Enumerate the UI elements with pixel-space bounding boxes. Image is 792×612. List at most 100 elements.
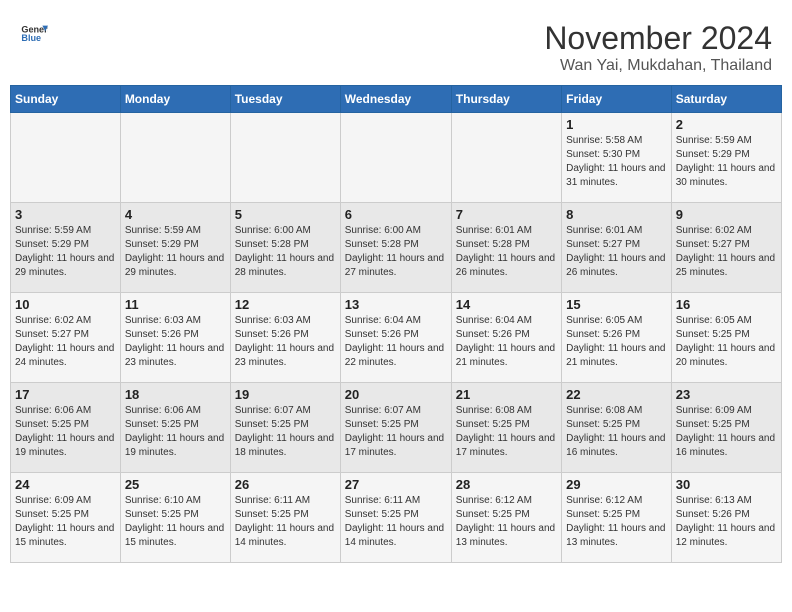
day-info: Sunrise: 6:03 AM Sunset: 5:26 PM Dayligh… [125,314,226,370]
calendar-cell [230,113,340,203]
day-info: Sunrise: 6:02 AM Sunset: 5:27 PM Dayligh… [676,224,777,280]
calendar-cell: 22 Sunrise: 6:08 AM Sunset: 5:25 PM Dayli… [562,383,672,473]
weekday-header: Tuesday [230,86,340,113]
weekday-header: Wednesday [340,86,451,113]
day-number: 26 [235,477,336,492]
calendar-cell: 29 Sunrise: 6:12 AM Sunset: 5:25 PM Dayli… [562,473,672,563]
day-number: 16 [676,297,777,312]
day-number: 10 [15,297,116,312]
logo: General Blue [20,20,48,48]
day-number: 19 [235,387,336,402]
calendar-cell: 23Sunrise: 6:09 AM Sunset: 5:25 PM Dayli… [671,383,781,473]
day-number: 20 [345,387,447,402]
calendar-cell: 14 Sunrise: 6:04 AM Sunset: 5:26 PM Dayli… [451,293,561,383]
day-number: 9 [676,207,777,222]
calendar-cell: 9 Sunrise: 6:02 AM Sunset: 5:27 PM Daylig… [671,203,781,293]
day-number: 18 [125,387,226,402]
day-info: Sunrise: 5:58 AM Sunset: 5:30 PM Dayligh… [566,134,667,190]
calendar-cell: 5 Sunrise: 6:00 AM Sunset: 5:28 PM Daylig… [230,203,340,293]
day-number: 30 [676,477,777,492]
day-number: 21 [456,387,557,402]
calendar-cell: 3 Sunrise: 5:59 AM Sunset: 5:29 PM Daylig… [11,203,121,293]
calendar-cell: 7Sunrise: 6:01 AM Sunset: 5:28 PM Daylig… [451,203,561,293]
day-info: Sunrise: 6:07 AM Sunset: 5:25 PM Dayligh… [345,404,447,460]
day-info: Sunrise: 5:59 AM Sunset: 5:29 PM Dayligh… [676,134,777,190]
day-number: 5 [235,207,336,222]
calendar-cell: 15 Sunrise: 6:05 AM Sunset: 5:26 PM Dayli… [562,293,672,383]
calendar-cell: 25 Sunrise: 6:10 AM Sunset: 5:25 PM Dayli… [120,473,230,563]
day-info: Sunrise: 5:59 AM Sunset: 5:29 PM Dayligh… [125,224,226,280]
calendar-cell: 26 Sunrise: 6:11 AM Sunset: 5:25 PM Dayli… [230,473,340,563]
day-number: 2 [676,117,777,132]
day-info: Sunrise: 6:04 AM Sunset: 5:26 PM Dayligh… [345,314,447,370]
calendar-cell: 11 Sunrise: 6:03 AM Sunset: 5:26 PM Dayli… [120,293,230,383]
day-number: 8 [566,207,667,222]
calendar-cell [120,113,230,203]
weekday-header: Thursday [451,86,561,113]
calendar-cell: 27Sunrise: 6:11 AM Sunset: 5:25 PM Dayli… [340,473,451,563]
day-number: 13 [345,297,447,312]
calendar-cell: 10 Sunrise: 6:02 AM Sunset: 5:27 PM Dayli… [11,293,121,383]
day-number: 11 [125,297,226,312]
calendar-cell: 17Sunrise: 6:06 AM Sunset: 5:25 PM Dayli… [11,383,121,473]
weekday-header: Monday [120,86,230,113]
calendar-cell: 16 Sunrise: 6:05 AM Sunset: 5:25 PM Dayli… [671,293,781,383]
day-info: Sunrise: 6:12 AM Sunset: 5:25 PM Dayligh… [566,494,667,550]
day-info: Sunrise: 6:00 AM Sunset: 5:28 PM Dayligh… [345,224,447,280]
calendar-cell [451,113,561,203]
calendar-cell: 24Sunrise: 6:09 AM Sunset: 5:25 PM Dayli… [11,473,121,563]
day-info: Sunrise: 6:11 AM Sunset: 5:25 PM Dayligh… [235,494,336,550]
calendar-cell: 2 Sunrise: 5:59 AM Sunset: 5:29 PM Daylig… [671,113,781,203]
day-number: 6 [345,207,447,222]
title-block: November 2024 Wan Yai, Mukdahan, Thailan… [544,20,772,75]
calendar-cell: 21 Sunrise: 6:08 AM Sunset: 5:25 PM Dayli… [451,383,561,473]
day-number: 3 [15,207,116,222]
calendar-cell: 6 Sunrise: 6:00 AM Sunset: 5:28 PM Daylig… [340,203,451,293]
day-info: Sunrise: 6:13 AM Sunset: 5:26 PM Dayligh… [676,494,777,550]
day-info: Sunrise: 6:01 AM Sunset: 5:27 PM Dayligh… [566,224,667,280]
calendar-cell: 1 Sunrise: 5:58 AM Sunset: 5:30 PM Daylig… [562,113,672,203]
day-info: Sunrise: 6:05 AM Sunset: 5:26 PM Dayligh… [566,314,667,370]
day-number: 1 [566,117,667,132]
day-info: Sunrise: 6:08 AM Sunset: 5:25 PM Dayligh… [566,404,667,460]
weekday-header: Friday [562,86,672,113]
day-number: 22 [566,387,667,402]
calendar-cell: 28Sunrise: 6:12 AM Sunset: 5:25 PM Dayli… [451,473,561,563]
calendar-cell: 4 Sunrise: 5:59 AM Sunset: 5:29 PM Daylig… [120,203,230,293]
day-number: 25 [125,477,226,492]
day-number: 27 [345,477,447,492]
day-info: Sunrise: 6:10 AM Sunset: 5:25 PM Dayligh… [125,494,226,550]
day-info: Sunrise: 6:07 AM Sunset: 5:25 PM Dayligh… [235,404,336,460]
calendar-cell: 13 Sunrise: 6:04 AM Sunset: 5:26 PM Dayli… [340,293,451,383]
day-info: Sunrise: 6:12 AM Sunset: 5:25 PM Dayligh… [456,494,557,550]
calendar-week-row: 17 Sunrise: 6:06 AM Sunset: 5:25 PM Dayli… [11,383,782,473]
calendar-cell: 20 Sunrise: 6:07 AM Sunset: 5:25 PM Dayli… [340,383,451,473]
day-number: 17 [15,387,116,402]
day-info: Sunrise: 6:00 AM Sunset: 5:28 PM Dayligh… [235,224,336,280]
day-number: 29 [566,477,667,492]
day-info: Sunrise: 6:05 AM Sunset: 5:25 PM Dayligh… [676,314,777,370]
day-info: Sunrise: 6:02 AM Sunset: 5:27 PM Dayligh… [15,314,116,370]
day-info: Sunrise: 5:59 AM Sunset: 5:29 PM Dayligh… [15,224,116,280]
calendar-cell: 18 Sunrise: 6:06 AM Sunset: 5:25 PM Dayli… [120,383,230,473]
day-number: 12 [235,297,336,312]
calendar-week-row: 3 Sunrise: 5:59 AM Sunset: 5:29 PM Daylig… [11,203,782,293]
day-number: 14 [456,297,557,312]
calendar-week-row: 1 Sunrise: 5:58 AM Sunset: 5:30 PM Daylig… [11,113,782,203]
calendar-header-row: SundayMondayTuesdayWednesdayThursdayFrid… [11,86,782,113]
day-info: Sunrise: 6:06 AM Sunset: 5:25 PM Dayligh… [125,404,226,460]
day-number: 4 [125,207,226,222]
calendar-table: SundayMondayTuesdayWednesdayThursdayFrid… [10,85,782,563]
calendar-cell: 12 Sunrise: 6:03 AM Sunset: 5:26 PM Dayli… [230,293,340,383]
day-info: Sunrise: 6:08 AM Sunset: 5:25 PM Dayligh… [456,404,557,460]
day-info: Sunrise: 6:03 AM Sunset: 5:26 PM Dayligh… [235,314,336,370]
calendar-cell: 19 Sunrise: 6:07 AM Sunset: 5:25 PM Dayli… [230,383,340,473]
logo-icon: General Blue [20,20,48,48]
calendar-cell: 8 Sunrise: 6:01 AM Sunset: 5:27 PM Daylig… [562,203,672,293]
calendar-cell [340,113,451,203]
day-info: Sunrise: 6:01 AM Sunset: 5:28 PM Dayligh… [456,224,557,280]
calendar-cell: 30 Sunrise: 6:13 AM Sunset: 5:26 PM Dayli… [671,473,781,563]
day-number: 15 [566,297,667,312]
day-info: Sunrise: 6:04 AM Sunset: 5:26 PM Dayligh… [456,314,557,370]
day-number: 24 [15,477,116,492]
